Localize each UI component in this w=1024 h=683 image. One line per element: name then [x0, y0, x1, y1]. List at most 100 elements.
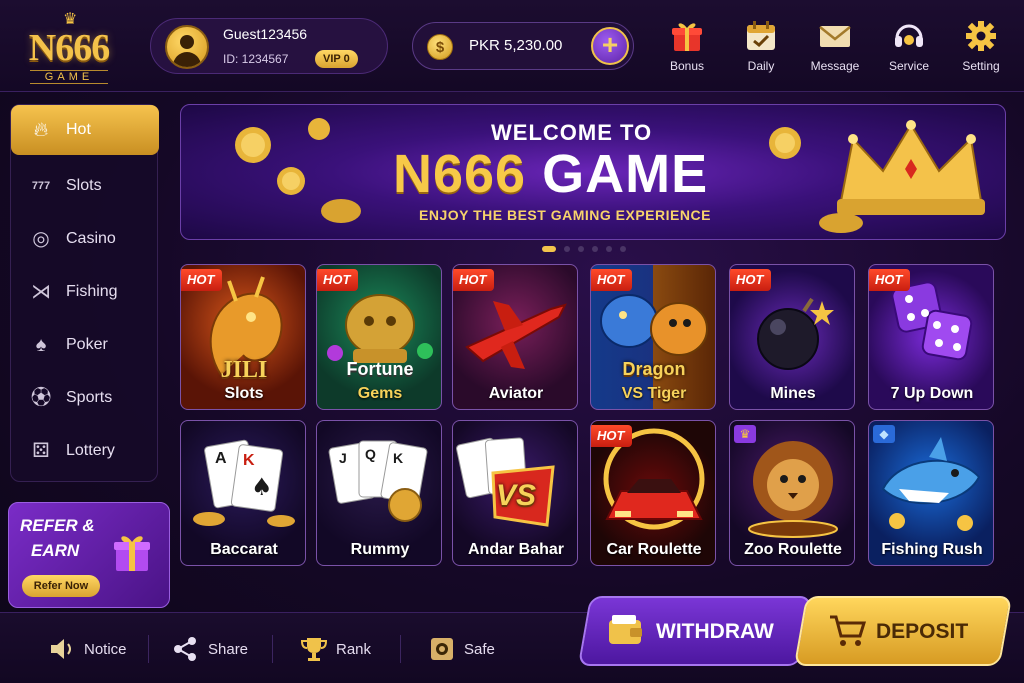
banner-dot[interactable]	[564, 246, 570, 252]
banner-pagination	[542, 246, 634, 252]
avatar[interactable]	[165, 25, 209, 69]
cart-icon	[830, 615, 867, 646]
banner-dot[interactable]	[606, 246, 612, 252]
nav-service[interactable]: Service	[874, 18, 944, 80]
svg-text:K: K	[243, 452, 255, 469]
game-card-mines[interactable]: HOT Mines	[729, 264, 855, 410]
deposit-label: DEPOSIT	[876, 620, 969, 643]
sidebar-item-poker[interactable]: ♠ Poker	[11, 320, 159, 370]
ball-icon: ⚽︎	[31, 387, 51, 409]
game-name: Mines	[770, 385, 816, 402]
svg-text:♠: ♠	[251, 473, 273, 501]
nav-label: Service	[888, 59, 929, 73]
hot-badge: HOT	[591, 269, 633, 291]
gem-badge-icon: ◆	[873, 425, 895, 443]
nav-label: Daily	[747, 59, 775, 73]
fish-icon: ⋊	[31, 281, 51, 303]
game-name: Rummy	[350, 541, 410, 558]
game-card-rummy[interactable]: J Q K Rummy	[316, 420, 442, 566]
sidebar-item-slots[interactable]: 777 Slots	[11, 161, 159, 211]
trophy-icon	[300, 638, 328, 661]
sidebar-item-hot[interactable]: 🔥︎ Hot	[11, 105, 159, 155]
sidebar-item-lottery[interactable]: ⚄ Lottery	[11, 426, 159, 476]
gear-icon	[966, 21, 996, 51]
vip-badge[interactable]: VIP 0	[315, 50, 358, 68]
headset-icon	[895, 24, 923, 47]
sidebar-item-sports[interactable]: ⚽︎ Sports	[11, 373, 159, 423]
sidebar-item-label: Fishing	[66, 283, 118, 300]
gift-icon	[672, 23, 702, 51]
nav-setting[interactable]: Setting	[946, 18, 1016, 80]
game-overlay-title: JILI	[220, 357, 268, 383]
add-funds-button[interactable]: +	[591, 27, 629, 65]
sidebar-item-label: Slots	[66, 177, 102, 194]
svg-text:K: K	[393, 450, 403, 466]
envelope-icon	[819, 26, 851, 47]
bottom-nav-rank[interactable]: Rank	[300, 635, 390, 665]
refer-title-line1: REFER &	[20, 516, 95, 535]
dice-icon: ⚄	[32, 440, 50, 462]
refer-title-line2: EARN	[31, 541, 80, 560]
banner-dot[interactable]	[578, 246, 584, 252]
hot-badge: HOT	[730, 269, 772, 291]
game-name: VS Tiger	[621, 385, 687, 402]
game-overlay-title: Dragon	[622, 359, 686, 379]
share-icon	[174, 637, 196, 661]
game-card-fishing-rush[interactable]: ◆ Fishing Rush	[868, 420, 994, 566]
wallet-icon	[609, 615, 642, 644]
bottom-nav-safe[interactable]: Safe	[428, 635, 508, 665]
nav-message[interactable]: Message	[800, 18, 870, 80]
game-name: Andar Bahar	[467, 541, 565, 558]
game-card-7-up-down[interactable]: HOT 7 Up Down	[868, 264, 994, 410]
flame-icon: 🔥︎	[33, 119, 49, 141]
bottom-nav-share[interactable]: Share	[172, 635, 262, 665]
game-card-andar-bahar[interactable]: VS Andar Bahar	[452, 420, 578, 566]
brand-logo[interactable]: ♛ N666 GAME	[14, 12, 124, 84]
calendar-check-icon	[747, 21, 775, 50]
svg-text:Q: Q	[365, 446, 376, 462]
game-name: Gems	[357, 385, 403, 402]
refer-earn-card[interactable]: REFER & EARN Refer Now	[8, 502, 170, 608]
crown-badge-icon: ♛	[734, 425, 756, 443]
sidebar-item-label: Lottery	[66, 442, 115, 459]
nav-daily[interactable]: Daily	[726, 18, 796, 80]
divider	[400, 635, 401, 663]
game-card-baccarat[interactable]: A K ♠ Baccarat	[180, 420, 306, 566]
balance-box: $ PKR 5,230.00 +	[412, 22, 634, 70]
welcome-banner[interactable]: WELCOME TO N666 GAME ENJOY THE BEST GAMI…	[180, 104, 1006, 240]
banner-title-gold: N666	[393, 144, 527, 204]
nav-bonus[interactable]: Bonus	[652, 18, 722, 80]
logo-sub: GAME	[30, 70, 108, 84]
coin-icon: $	[427, 34, 453, 60]
game-name: Zoo Roulette	[744, 541, 842, 558]
bottom-nav-notice[interactable]: Notice	[48, 635, 138, 665]
hot-badge: HOT	[591, 425, 633, 447]
user-id: ID: 1234567	[223, 52, 289, 66]
sidebar-item-fishing[interactable]: ⋊ Fishing	[11, 267, 159, 317]
game-name: Aviator	[488, 385, 544, 402]
game-overlay-title: Fortune	[346, 359, 414, 379]
banner-tagline: ENJOY THE BEST GAMING EXPERIENCE	[419, 207, 711, 223]
bottom-nav-label: Notice	[84, 641, 127, 658]
refer-now-button[interactable]: Refer Now	[22, 575, 100, 597]
user-profile[interactable]: Guest123456 ID: 1234567 VIP 0	[150, 18, 388, 74]
banner-dot[interactable]	[592, 246, 598, 252]
game-card-jili-slots[interactable]: HOT JILI Slots	[180, 264, 306, 410]
game-name: Slots	[224, 385, 264, 402]
game-card-dragon-tiger[interactable]: HOT Dragon VS Tiger	[590, 264, 716, 410]
sidebar-item-casino[interactable]: ◎ Casino	[11, 214, 159, 264]
gift-box-icon	[114, 536, 150, 571]
nav-label: Setting	[962, 59, 1000, 73]
game-card-aviator[interactable]: HOT Aviator	[452, 264, 578, 410]
sidebar-item-label: Hot	[66, 121, 91, 138]
game-card-car-roulette[interactable]: HOT Car Roulette	[590, 420, 716, 566]
banner-dot[interactable]	[620, 246, 626, 252]
category-sidebar: 🔥︎ Hot 777 Slots ◎ Casino ⋊ Fishing ♠ Po…	[10, 104, 159, 482]
game-card-zoo-roulette[interactable]: ♛ Zoo Roulette	[729, 420, 855, 566]
game-card-fortune-gems[interactable]: HOT Fortune Gems	[316, 264, 442, 410]
banner-dot-active[interactable]	[542, 246, 556, 252]
sidebar-item-label: Casino	[66, 230, 116, 247]
hot-badge: HOT	[453, 269, 495, 291]
speaker-icon	[51, 639, 71, 659]
bottom-nav-label: Safe	[464, 641, 495, 658]
